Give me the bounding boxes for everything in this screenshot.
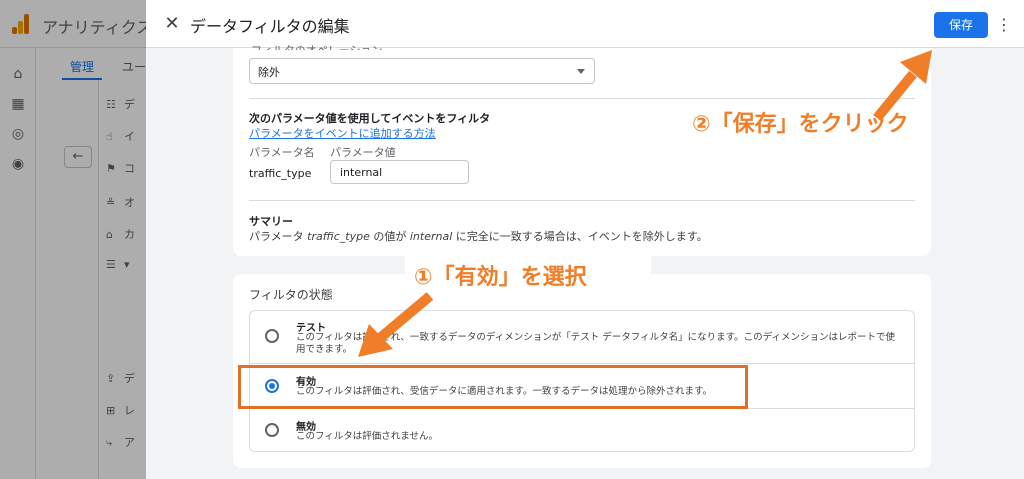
divider [249,98,915,99]
more-vert-icon[interactable]: ⋮ [996,12,1012,38]
radio-inactive[interactable] [265,423,279,437]
option-inactive[interactable]: 無効 このフィルタは評価されません。 [250,409,914,451]
param-help-link[interactable]: パラメータをイベントに追加する方法 [249,125,436,141]
operation-value: 除外 [258,66,280,79]
param-value: internal [340,166,383,179]
caret-down-icon [577,69,585,74]
summary-text: パラメータ traffic_type の値が internal に完全に一致する… [249,230,708,243]
operation-select[interactable]: 除外 [249,58,595,84]
option-desc: このフィルタは評価されません。 [296,431,439,442]
radio-test[interactable] [265,329,279,343]
param-value-input[interactable]: internal [330,160,469,184]
summary-title: サマリー [249,215,293,228]
close-icon[interactable]: ✕ [162,12,182,36]
param-value-header: パラメータ値 [330,146,396,159]
option-desc: このフィルタは評価され、一致するデータのディメンションが「テスト データフィルタ… [296,332,895,355]
step1-annotation: ①「有効」を選択 [414,265,587,290]
panel-title: データフィルタの編集 [190,17,350,36]
highlight-active-option [238,365,748,409]
divider [249,200,915,201]
param-name-header: パラメータ名 [249,146,315,159]
save-button[interactable]: 保存 [934,12,988,38]
filter-state-title: フィルタの状態 [249,288,333,302]
param-name: traffic_type [249,167,312,180]
option-test[interactable]: テスト このフィルタは評価され、一致するデータのディメンションが「テスト データ… [250,311,914,363]
param-section-title: 次のパラメータ値を使用してイベントをフィルタ [249,112,491,125]
panel-header: ✕ データフィルタの編集 保存 ⋮ [146,0,1024,48]
filter-settings-card: フィルタのオペレーション 除外 次のパラメータ値を使用してイベントをフィルタ パ… [233,44,931,256]
step2-annotation: ②「保存」をクリック [692,112,909,137]
operation-label: フィルタのオペレーション [251,42,383,50]
